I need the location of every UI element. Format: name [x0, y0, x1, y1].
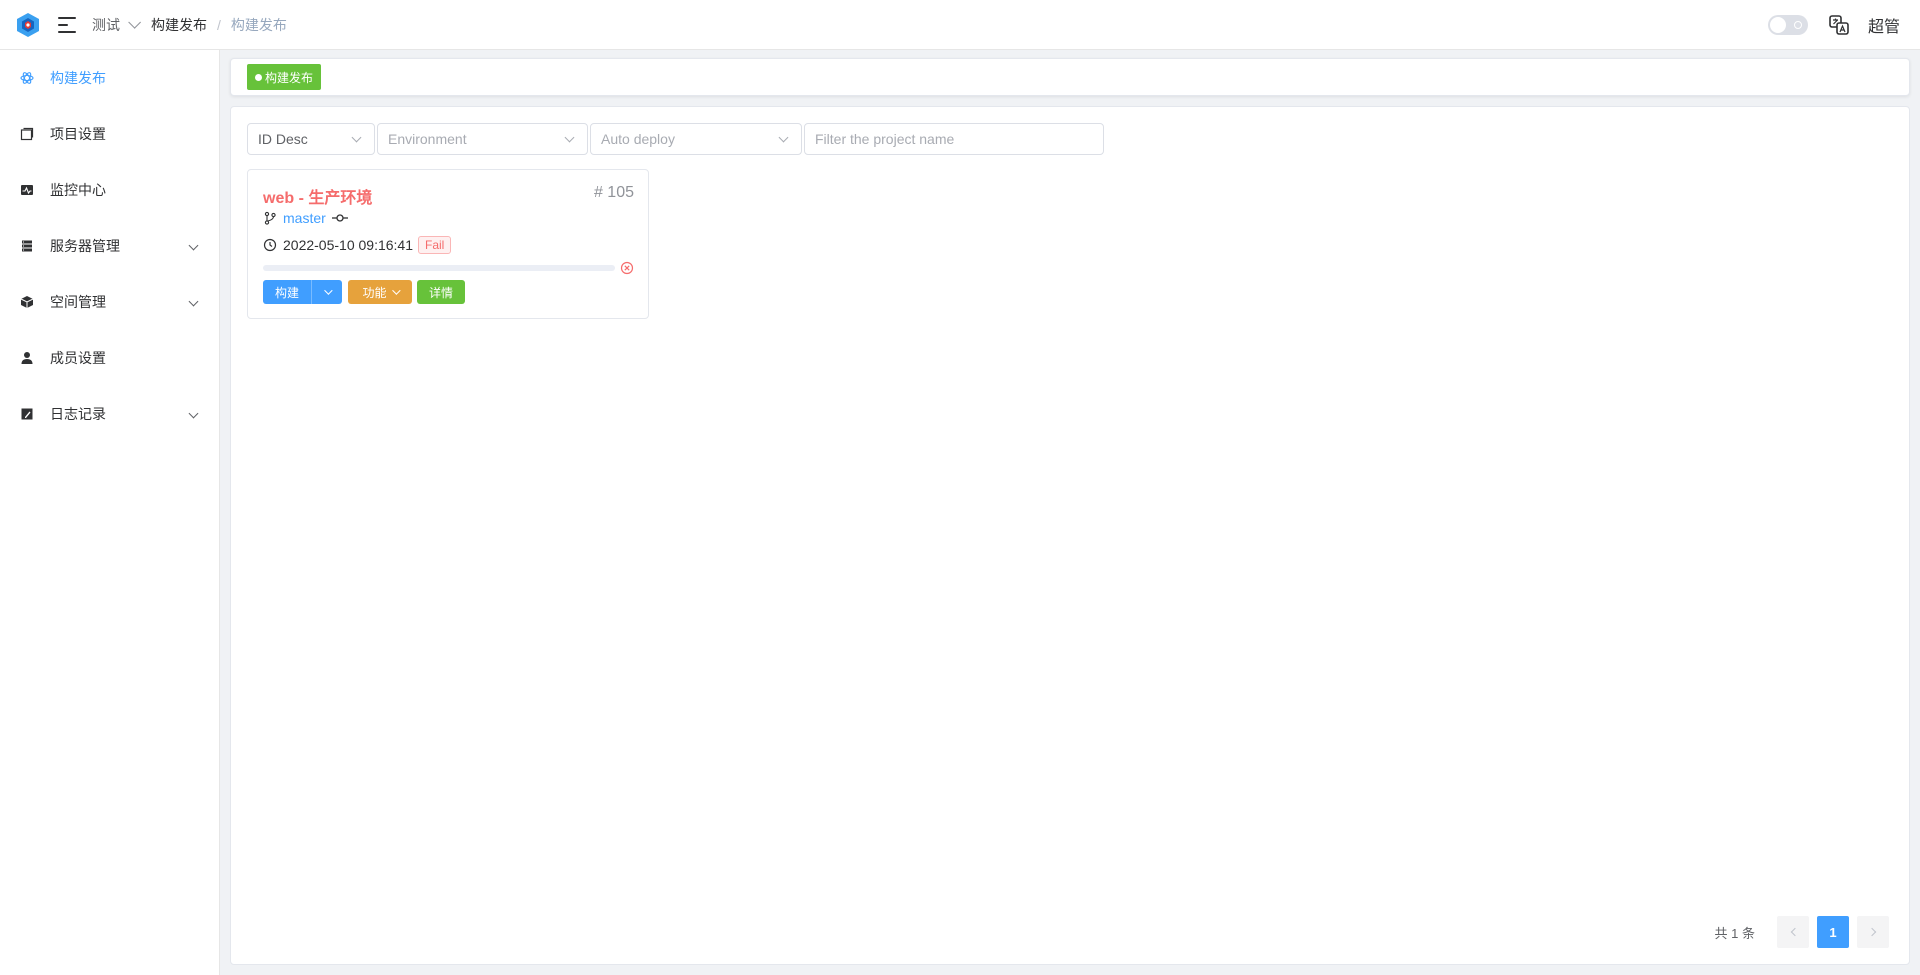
breadcrumb-separator: / — [217, 16, 221, 33]
chevron-down-icon — [564, 132, 575, 143]
build-icon — [20, 71, 34, 85]
time-row: 2022-05-10 09:16:41 Fail — [263, 236, 452, 254]
pagination: 共 1 条 1 — [1715, 916, 1889, 948]
sidebar-item-server[interactable]: 服务器管理 — [0, 218, 219, 274]
chevron-down-icon — [188, 408, 199, 419]
sidebar-item-space[interactable]: 空间管理 — [0, 274, 219, 330]
environment-placeholder: Environment — [388, 131, 467, 147]
app-logo-icon[interactable] — [14, 11, 42, 39]
total-count: 共 1 条 — [1714, 925, 1755, 941]
cube-icon — [20, 295, 34, 309]
build-progress-bar — [263, 265, 615, 271]
status-badge: Fail — [418, 236, 452, 254]
sidebar-item-label: 构建发布 — [50, 70, 106, 86]
chevron-right-icon — [1867, 927, 1876, 937]
autodeploy-select[interactable]: Auto deploy — [590, 123, 802, 155]
next-page-button[interactable] — [1857, 916, 1889, 948]
chevron-down-icon — [324, 286, 333, 295]
sidebar-item-label: 服务器管理 — [50, 238, 120, 254]
breadcrumb-item[interactable]: 构建发布 — [151, 15, 207, 35]
branch-link[interactable]: master — [283, 210, 326, 226]
sort-value: ID Desc — [258, 131, 308, 147]
filter-bar: ID Desc Environment Auto deploy Filter t… — [247, 123, 1104, 155]
build-dropdown-button[interactable] — [311, 280, 342, 304]
sidebar-item-build[interactable]: 构建发布 — [0, 50, 219, 106]
tag-label: 构建发布 — [265, 70, 314, 85]
chevron-down-icon — [128, 16, 141, 29]
monitor-icon — [20, 183, 34, 197]
active-dot-icon — [255, 73, 262, 81]
sidebar-item-label: 成员设置 — [50, 350, 106, 366]
log-icon — [20, 407, 34, 421]
environment-select[interactable]: Environment — [377, 123, 588, 155]
sort-select[interactable]: ID Desc — [247, 123, 375, 155]
clock-icon — [263, 238, 277, 252]
workspace-select[interactable]: 测试 — [92, 15, 141, 35]
chevron-down-icon — [351, 132, 362, 143]
theme-toggle[interactable] — [1767, 15, 1808, 35]
breadcrumb: 构建发布 / 构建发布 — [151, 15, 287, 35]
chevron-down-icon — [188, 240, 199, 251]
sidebar-item-members[interactable]: 成员设置 — [0, 330, 219, 386]
main-content: ID Desc Environment Auto deploy Filter t… — [230, 106, 1910, 965]
function-button[interactable]: 功能 — [348, 280, 412, 304]
search-input[interactable]: Filter the project name — [804, 123, 1104, 155]
chevron-down-icon — [778, 132, 789, 143]
card-actions: 构建 功能 详情 — [263, 280, 465, 304]
branch-row: master — [263, 210, 348, 226]
user-icon — [20, 351, 34, 365]
prev-page-button[interactable] — [1777, 916, 1809, 948]
sidebar-item-label: 日志记录 — [50, 406, 106, 422]
breadcrumb-current: 构建发布 — [230, 16, 287, 33]
tag-build[interactable]: 构建发布 — [247, 64, 322, 90]
sidebar-item-label: 空间管理 — [50, 294, 106, 310]
search-placeholder: Filter the project name — [815, 131, 955, 147]
sun-icon — [1793, 21, 1802, 29]
language-icon[interactable] — [1828, 14, 1850, 36]
chevron-left-icon — [1790, 927, 1799, 937]
tags-view: 构建发布 — [230, 58, 1910, 96]
sidebar-item-project[interactable]: 项目设置 — [0, 106, 219, 162]
sidebar-item-label: 项目设置 — [50, 126, 106, 142]
project-title[interactable]: web - 生产环境 — [263, 184, 372, 208]
user-menu[interactable]: 超管 — [1868, 13, 1900, 37]
autodeploy-placeholder: Auto deploy — [601, 131, 675, 147]
last-build-time: 2022-05-10 09:16:41 — [283, 237, 413, 253]
build-button[interactable]: 构建 — [263, 280, 311, 304]
header-actions: 超管 — [1767, 0, 1900, 50]
error-circle-icon — [620, 261, 634, 275]
project-id: # 105 — [593, 184, 634, 201]
sidebar-item-label: 监控中心 — [50, 182, 106, 198]
menu-toggle-icon[interactable] — [58, 16, 76, 33]
function-label: 功能 — [362, 285, 387, 300]
sidebar: 构建发布 项目设置 监控中心 服务器管理 空间管理 成员设置 日志记录 — [0, 50, 220, 975]
chevron-down-icon — [391, 286, 401, 295]
project-icon — [20, 127, 34, 141]
page-number[interactable]: 1 — [1817, 916, 1849, 948]
sidebar-item-logs[interactable]: 日志记录 — [0, 386, 219, 442]
git-commit-icon[interactable] — [331, 213, 348, 223]
detail-button[interactable]: 详情 — [417, 280, 465, 304]
sidebar-item-monitor[interactable]: 监控中心 — [0, 162, 219, 218]
top-header: 测试 构建发布 / 构建发布 超管 — [0, 0, 1920, 50]
git-branch-icon — [264, 211, 276, 225]
project-card: web - 生产环境 # 105 master 2022-05-10 09:16… — [247, 169, 649, 319]
workspace-name: 测试 — [92, 16, 120, 33]
chevron-down-icon — [188, 296, 199, 307]
server-icon — [20, 239, 34, 253]
